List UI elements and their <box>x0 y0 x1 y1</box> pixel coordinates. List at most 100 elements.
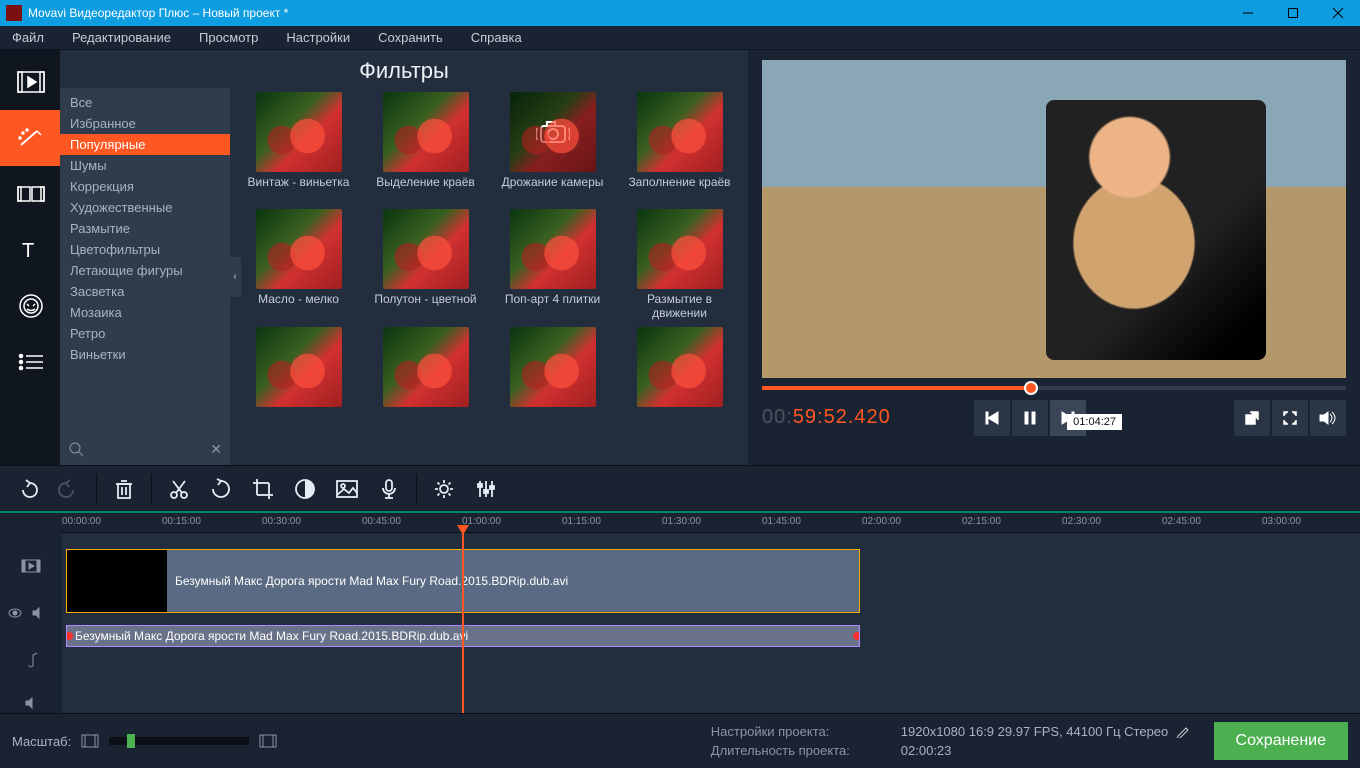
filter-label: Дрожание камеры <box>502 175 604 203</box>
tab-stickers[interactable] <box>0 278 60 334</box>
filter-thumb[interactable]: Заполнение краёв <box>621 92 738 203</box>
search-bar[interactable]: ✕ <box>60 433 230 465</box>
tab-media[interactable] <box>0 54 60 110</box>
undo-button[interactable] <box>8 470 46 508</box>
title-bar: Movavi Видеоредактор Плюс – Новый проект… <box>0 0 1360 26</box>
category-item[interactable]: Популярные <box>60 134 230 155</box>
ruler-tick: 02:45:00 <box>1162 516 1201 527</box>
preview-screen[interactable] <box>762 60 1346 378</box>
menu-save[interactable]: Сохранить <box>374 28 447 47</box>
status-bar: Масштаб: Настройки проекта: 1920x1080 16… <box>0 713 1360 768</box>
ruler-tick: 00:15:00 <box>162 516 201 527</box>
filter-thumb[interactable]: Полутон - цветной <box>367 209 484 321</box>
filters-panel: Фильтры ВсеИзбранноеПопулярныеШумыКоррек… <box>60 50 748 465</box>
settings-button[interactable] <box>425 470 463 508</box>
filter-thumb[interactable]: Поп-арт 4 плитки <box>494 209 611 321</box>
app-logo-icon <box>6 5 22 21</box>
zoom-label: Масштаб: <box>12 734 71 749</box>
prev-frame-button[interactable] <box>974 400 1010 436</box>
filter-thumb[interactable]: Дрожание камеры <box>494 92 611 203</box>
zoom-slider[interactable] <box>109 737 249 745</box>
project-settings-label: Настройки проекта: <box>711 724 881 739</box>
menu-edit[interactable]: Редактирование <box>68 28 175 47</box>
category-item[interactable]: Шумы <box>60 155 230 176</box>
window-title: Movavi Видеоредактор Плюс – Новый проект… <box>28 6 1225 20</box>
category-item[interactable]: Виньетки <box>60 344 230 365</box>
color-button[interactable] <box>286 470 324 508</box>
filter-thumb[interactable]: Винтаж - виньетка <box>240 92 357 203</box>
filter-thumb[interactable]: Размытие в движении <box>621 209 738 321</box>
category-item[interactable]: Художественные <box>60 197 230 218</box>
filter-thumb[interactable]: Масло - мелко <box>240 209 357 321</box>
filter-thumb[interactable]: Выделение краёв <box>367 92 484 203</box>
filter-thumb[interactable] <box>494 327 611 438</box>
music-track-header[interactable] <box>0 627 62 693</box>
equalizer-button[interactable] <box>467 470 505 508</box>
extra-track-header[interactable] <box>0 693 62 713</box>
menu-view[interactable]: Просмотр <box>195 28 262 47</box>
tab-filters[interactable] <box>0 110 60 166</box>
filter-label: Винтаж - виньетка <box>248 175 350 203</box>
redo-button[interactable] <box>50 470 88 508</box>
zoom-in-icon[interactable] <box>259 734 277 748</box>
rotate-button[interactable] <box>202 470 240 508</box>
category-item[interactable]: Летающие фигуры <box>60 260 230 281</box>
menu-settings[interactable]: Настройки <box>282 28 354 47</box>
filter-thumb[interactable] <box>621 327 738 438</box>
fullscreen-button[interactable] <box>1272 400 1308 436</box>
maximize-button[interactable] <box>1270 0 1315 26</box>
track-area[interactable]: Безумный Макс Дорога ярости Mad Max Fury… <box>62 533 1360 713</box>
category-item[interactable]: Избранное <box>60 113 230 134</box>
filter-label: Заполнение краёв <box>628 175 730 203</box>
ruler-tick: 00:45:00 <box>362 516 401 527</box>
category-item[interactable]: Цветофильтры <box>60 239 230 260</box>
audio-clip-label: Безумный Макс Дорога ярости Mad Max Fury… <box>75 629 468 643</box>
ruler-tick: 03:00:00 <box>1262 516 1301 527</box>
filter-label: Размытие в движении <box>621 292 738 321</box>
timeline-toolbar <box>0 465 1360 511</box>
tab-more[interactable] <box>0 334 60 390</box>
volume-button[interactable] <box>1310 400 1346 436</box>
ruler-tick: 01:30:00 <box>662 516 701 527</box>
project-settings-value: 1920x1080 16:9 29.97 FPS, 44100 Гц Стере… <box>901 724 1190 739</box>
pause-button[interactable] <box>1012 400 1048 436</box>
minimize-button[interactable] <box>1225 0 1270 26</box>
category-item[interactable]: Размытие <box>60 218 230 239</box>
menu-file[interactable]: Файл <box>8 28 48 47</box>
category-item[interactable]: Все <box>60 92 230 113</box>
detach-preview-button[interactable] <box>1234 400 1270 436</box>
filter-thumb[interactable] <box>367 327 484 438</box>
zoom-out-icon[interactable] <box>81 734 99 748</box>
filter-thumb[interactable] <box>240 327 357 438</box>
mic-button[interactable] <box>370 470 408 508</box>
video-track-header[interactable] <box>0 533 62 599</box>
save-button[interactable]: Сохранение <box>1214 722 1348 760</box>
duration-value: 02:00:23 <box>901 743 952 758</box>
tab-titles[interactable]: T <box>0 222 60 278</box>
cut-button[interactable] <box>160 470 198 508</box>
tab-transitions[interactable] <box>0 166 60 222</box>
ruler-tick: 01:15:00 <box>562 516 601 527</box>
playhead[interactable] <box>462 533 464 713</box>
close-button[interactable] <box>1315 0 1360 26</box>
collapse-handle[interactable]: ‹ <box>230 257 241 297</box>
category-item[interactable]: Мозаика <box>60 302 230 323</box>
delete-button[interactable] <box>105 470 143 508</box>
timeline-ruler[interactable]: 00:00:0000:15:0000:30:0000:45:0001:00:00… <box>0 511 1360 533</box>
category-item[interactable]: Коррекция <box>60 176 230 197</box>
category-item[interactable]: Засветка <box>60 281 230 302</box>
pencil-icon[interactable] <box>1176 724 1190 738</box>
ruler-tick: 02:30:00 <box>1062 516 1101 527</box>
menu-help[interactable]: Справка <box>467 28 526 47</box>
picture-button[interactable] <box>328 470 366 508</box>
menu-bar: Файл Редактирование Просмотр Настройки С… <box>0 26 1360 50</box>
scrub-knob[interactable] <box>1024 381 1038 395</box>
ruler-tick: 00:30:00 <box>262 516 301 527</box>
category-item[interactable]: Ретро <box>60 323 230 344</box>
clear-search-icon[interactable]: ✕ <box>210 441 222 458</box>
scrub-bar[interactable] <box>762 386 1346 390</box>
clip-thumbnail <box>67 550 167 612</box>
audio-track-header[interactable] <box>0 599 62 627</box>
crop-button[interactable] <box>244 470 282 508</box>
ruler-tick: 02:15:00 <box>962 516 1001 527</box>
